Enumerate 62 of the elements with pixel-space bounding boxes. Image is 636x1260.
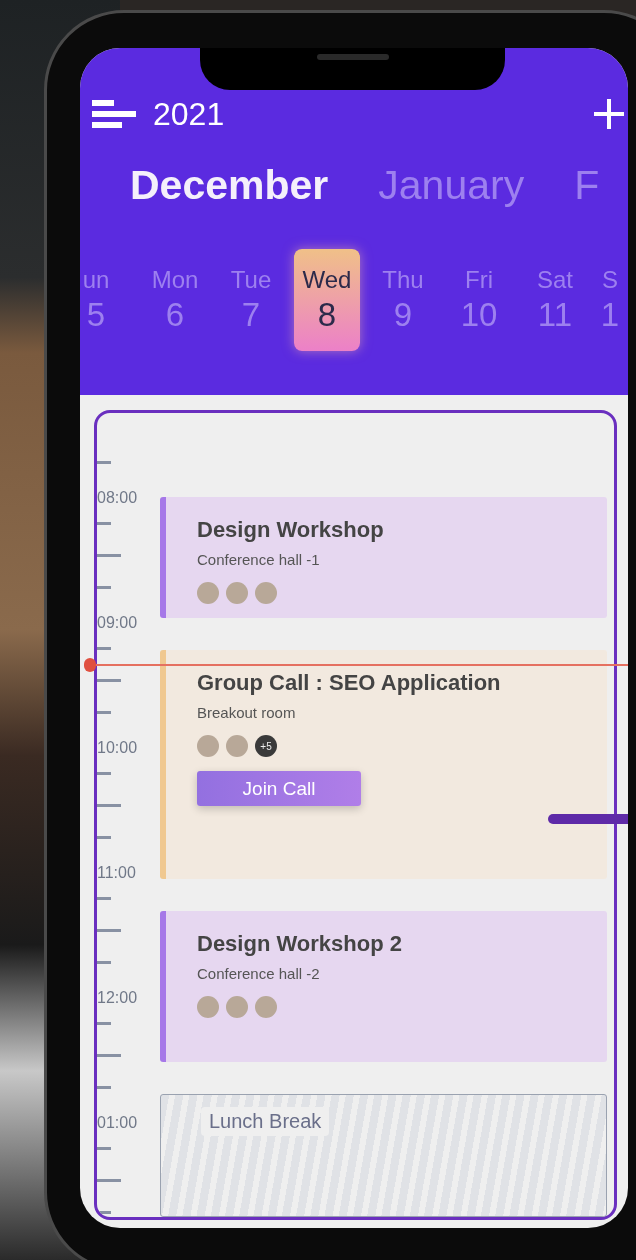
- speaker-icon: [316, 54, 389, 60]
- tick-mark: [97, 1022, 111, 1025]
- event-location: Conference hall -1: [197, 551, 321, 568]
- avatar: [197, 582, 219, 604]
- tick-mark: [97, 679, 121, 682]
- tick-mark: [97, 522, 111, 525]
- day-tab[interactable]: un 5: [80, 249, 112, 351]
- avatar: [255, 582, 277, 604]
- month-tab[interactable]: F: [574, 162, 600, 209]
- tick-mark: [97, 804, 121, 807]
- tick-mark: [97, 897, 111, 900]
- tick-mark: [97, 711, 111, 714]
- day-tab[interactable]: Thu 9: [370, 249, 436, 351]
- event-title: Group Call : SEO Application: [197, 670, 502, 696]
- avatar: [226, 582, 248, 604]
- day-tab[interactable]: Fri 10: [446, 249, 512, 351]
- avatar: [226, 996, 248, 1018]
- day-tab[interactable]: Wed 8: [294, 249, 360, 351]
- year-label: 2021: [153, 95, 225, 133]
- tick-mark: [97, 1179, 121, 1182]
- tick-mark: [97, 647, 111, 650]
- tick-mark: [97, 1054, 121, 1057]
- event-card[interactable]: Design Workshop 2 Conference hall -2: [160, 911, 607, 1062]
- tick-mark: [97, 586, 111, 589]
- hour-label: 09:00: [97, 613, 139, 633]
- month-tab[interactable]: January: [378, 162, 525, 209]
- tick-mark: [97, 836, 111, 839]
- avatar: [197, 735, 219, 757]
- hour-label: 11:00: [97, 863, 137, 883]
- event-card[interactable]: Design Workshop Conference hall -1: [160, 497, 607, 618]
- hour-label: 08:00: [97, 488, 139, 508]
- day-tab[interactable]: S 1: [598, 249, 622, 351]
- day-tab[interactable]: Sat 11: [522, 249, 588, 351]
- more-attendees-count: +5: [255, 735, 277, 757]
- tick-mark: [97, 554, 121, 557]
- event-title: Design Workshop 2: [197, 931, 403, 957]
- hour-label: 10:00: [97, 738, 139, 758]
- event-title: Design Workshop: [197, 517, 385, 543]
- event-location: Conference hall -2: [197, 965, 321, 982]
- month-tab[interactable]: December: [130, 162, 329, 209]
- join-call-button[interactable]: Join Call: [197, 771, 361, 806]
- avatar: [255, 996, 277, 1018]
- day-tab[interactable]: Mon 6: [142, 249, 208, 351]
- tick-mark: [97, 1211, 111, 1214]
- avatar: [197, 996, 219, 1018]
- event-location: Breakout room: [197, 704, 297, 721]
- break-label: Lunch Break: [201, 1107, 330, 1136]
- lunch-break-block[interactable]: Lunch Break: [160, 1094, 607, 1217]
- hour-label: 01:00: [97, 1113, 139, 1133]
- day-tab[interactable]: Tue 7: [218, 249, 284, 351]
- hour-label: 12:00: [97, 988, 139, 1008]
- tick-mark: [97, 961, 111, 964]
- menu-icon[interactable]: [92, 100, 136, 128]
- tick-mark: [97, 1147, 111, 1150]
- avatar: [226, 735, 248, 757]
- add-icon[interactable]: [594, 99, 624, 129]
- tick-mark: [97, 1086, 111, 1089]
- tick-mark: [97, 772, 111, 775]
- tick-mark: [97, 461, 111, 464]
- event-card[interactable]: Group Call : SEO Application Breakout room +5 Join Call: [160, 650, 607, 879]
- tick-mark: [97, 929, 121, 932]
- handle-bar[interactable]: [548, 814, 628, 824]
